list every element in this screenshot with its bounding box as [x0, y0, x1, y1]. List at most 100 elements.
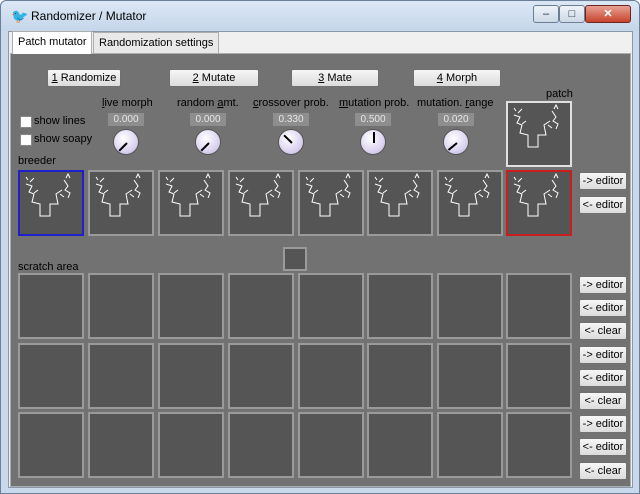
mutation-range-label-text: ange	[468, 97, 494, 109]
scratch-row1-clear-button[interactable]: <- clear	[579, 322, 627, 340]
crossover-prob-knob[interactable]	[278, 129, 304, 155]
tab-randomization-settings[interactable]: Randomization settings	[93, 32, 220, 54]
scratch-slot-r3-c4[interactable]	[228, 412, 294, 478]
scratch-slot-r2-c6[interactable]	[367, 343, 433, 409]
scratch-slot-r3-c8[interactable]	[506, 412, 572, 478]
live-morph-knob[interactable]	[113, 129, 139, 155]
mutate-label: Mutate	[198, 72, 236, 84]
scratch-slot-r2-c5[interactable]	[298, 343, 364, 409]
knob-indicator	[118, 142, 128, 152]
tab-label: Randomization settings	[99, 37, 214, 49]
scratch-slot-r3-c3[interactable]	[158, 412, 224, 478]
patch-tree-icon	[513, 103, 559, 148]
scratch-slot-r2-c3[interactable]	[158, 343, 224, 409]
live-morph-value: 0.000	[108, 113, 144, 126]
scratch-row2-clear-button[interactable]: <- clear	[579, 392, 627, 410]
patch-tree-icon	[95, 172, 141, 217]
breeder-patch-1[interactable]	[18, 170, 84, 236]
random-amt-label-pre: random	[177, 97, 218, 109]
scratch-slot-r1-c1[interactable]	[18, 273, 84, 339]
scratch-slot-r1-c2[interactable]	[88, 273, 154, 339]
scratch-slot-r1-c6[interactable]	[367, 273, 433, 339]
breeder-patch-7[interactable]	[437, 170, 503, 236]
mutation-prob-label: mutation prob.	[339, 97, 409, 109]
breeder-patch-2[interactable]	[88, 170, 154, 236]
breeder-patch-6[interactable]	[367, 170, 433, 236]
patch-tree-icon	[165, 172, 211, 217]
scratch-slot-r1-c4[interactable]	[228, 273, 294, 339]
show-soapy-label: show soapy	[34, 133, 93, 145]
breeder-patch-4[interactable]	[228, 170, 294, 236]
scratch-slot-r1-c3[interactable]	[158, 273, 224, 339]
tab-patch-mutator[interactable]: Patch mutator	[12, 31, 93, 54]
scratch-slot-r2-c4[interactable]	[228, 343, 294, 409]
show-lines-label: show lines	[34, 115, 86, 127]
scratch-slot-r3-c5[interactable]	[298, 412, 364, 478]
crossover-prob-label: crossover prob.	[253, 97, 329, 109]
scratch-slot-r2-c1[interactable]	[18, 343, 84, 409]
live-morph-label: live morph	[102, 97, 153, 109]
random-amt-label: random amt.	[177, 97, 239, 109]
breeder-patch-8[interactable]	[506, 170, 572, 236]
scratch-slot-r3-c6[interactable]	[367, 412, 433, 478]
random-amt-knob[interactable]	[195, 129, 221, 155]
scratch-row3-clear-button[interactable]: <- clear	[579, 462, 627, 480]
scratch-slot-r3-c1[interactable]	[18, 412, 84, 478]
mutation-range-knob[interactable]	[443, 129, 469, 155]
scratch-row2-from-editor-button[interactable]: <- editor	[579, 369, 627, 387]
breeder-from-editor-button[interactable]: <- editor	[579, 196, 627, 214]
random-amt-label-text: mt.	[223, 97, 239, 109]
patch-tree-icon	[444, 172, 490, 217]
breeder-patch-3[interactable]	[158, 170, 224, 236]
scratch-area-label: scratch area	[18, 261, 79, 273]
minimize-icon: –	[542, 8, 550, 20]
morph-label: Morph	[442, 72, 478, 84]
mutation-prob-knob[interactable]	[360, 129, 386, 155]
knob-indicator	[447, 142, 458, 151]
patch-label: patch	[546, 88, 573, 100]
patch-tree-icon	[25, 172, 71, 217]
crossover-prob-value: 0.330	[273, 113, 309, 126]
maximize-button[interactable]: □	[559, 5, 585, 23]
title-bar[interactable]: 🐦 Randomizer / Mutator – □ ✕	[1, 1, 639, 31]
scratch-slot-r2-c7[interactable]	[437, 343, 503, 409]
bird-icon: 🐦	[11, 8, 29, 24]
mate-button[interactable]: 3 Mate	[291, 69, 379, 87]
patch-tree-icon	[374, 172, 420, 217]
scratch-row2-to-editor-button[interactable]: -> editor	[579, 346, 627, 364]
crossover-prob-label-text: rossover prob.	[258, 97, 329, 109]
scratch-row1-from-editor-button[interactable]: <- editor	[579, 299, 627, 317]
minimize-button[interactable]: –	[533, 5, 559, 23]
randomize-button[interactable]: 1 Randomize	[47, 69, 121, 87]
scratch-slot-r1-c7[interactable]	[437, 273, 503, 339]
scratch-row1-to-editor-button[interactable]: -> editor	[579, 276, 627, 294]
knob-indicator	[283, 134, 293, 144]
close-button[interactable]: ✕	[585, 5, 631, 23]
patch-tree-icon	[235, 172, 281, 217]
show-lines-checkbox[interactable]	[20, 116, 32, 128]
randomize-label: Randomize	[57, 72, 117, 84]
patch-preview[interactable]	[506, 101, 572, 167]
patch-mutator-panel: 1 Randomize 2 Mutate 3 Mate 4 Morph patc…	[10, 53, 631, 487]
breeder-label: breeder	[18, 155, 56, 167]
scratch-row3-to-editor-button[interactable]: -> editor	[579, 415, 627, 433]
mutation-range-label-pre: mutation.	[417, 97, 466, 109]
mutate-button[interactable]: 2 Mutate	[169, 69, 259, 87]
window-title: Randomizer / Mutator	[31, 9, 147, 23]
client-area: Patch mutator Randomization settings 1 R…	[8, 31, 633, 488]
scratch-slot-r2-c8[interactable]	[506, 343, 572, 409]
breeder-patch-5[interactable]	[298, 170, 364, 236]
scratch-slot-r3-c2[interactable]	[88, 412, 154, 478]
drag-handle[interactable]	[283, 247, 307, 271]
show-soapy-checkbox[interactable]	[20, 134, 32, 146]
scratch-row3-from-editor-button[interactable]: <- editor	[579, 438, 627, 456]
mutation-prob-hotkey: m	[339, 97, 349, 109]
patch-tree-icon	[513, 172, 559, 217]
scratch-slot-r3-c7[interactable]	[437, 412, 503, 478]
live-morph-label-text: ive morph	[104, 97, 153, 109]
breeder-to-editor-button[interactable]: -> editor	[579, 172, 627, 190]
scratch-slot-r1-c5[interactable]	[298, 273, 364, 339]
scratch-slot-r2-c2[interactable]	[88, 343, 154, 409]
morph-button[interactable]: 4 Morph	[413, 69, 501, 87]
scratch-slot-r1-c8[interactable]	[506, 273, 572, 339]
